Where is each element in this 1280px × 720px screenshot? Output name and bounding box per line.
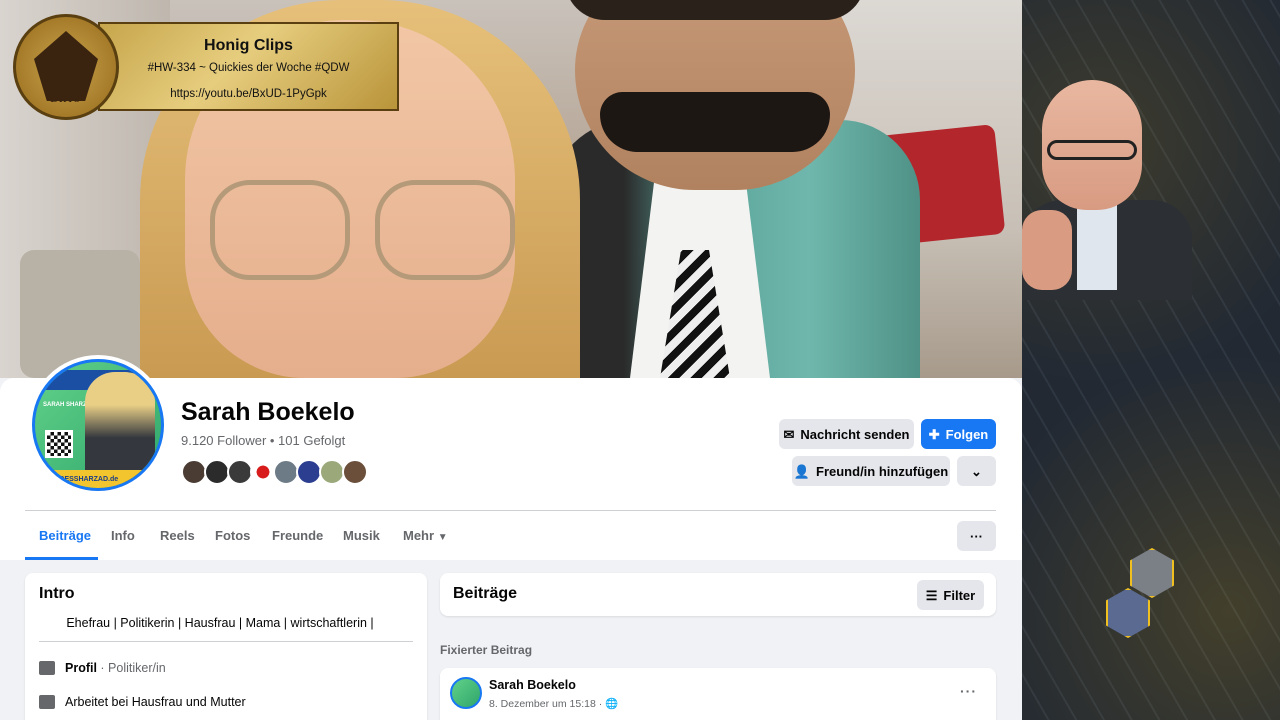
chevron-down-icon: ⌄	[971, 463, 982, 479]
follow-icon: ✚	[928, 426, 940, 442]
avatar-bottom-text: LANDESSHARZAD.de	[45, 476, 119, 483]
tab-beitraege[interactable]: Beiträge	[39, 528, 91, 543]
filter-icon: ☰	[925, 587, 938, 603]
tab-musik[interactable]: Musik	[343, 528, 380, 543]
tab-freunde[interactable]: Freunde	[272, 528, 323, 543]
person-hand	[1022, 210, 1072, 290]
intro-profile-text: Profil · Politiker/in	[65, 661, 166, 675]
banner-link[interactable]: https://youtu.be/BxUD-1PyGpk	[98, 88, 399, 100]
logo-figure	[34, 31, 98, 101]
person-shirt	[1077, 200, 1117, 290]
add-friend-label: Freund/in hinzufügen	[816, 463, 949, 479]
follow-button[interactable]: ✚ Folgen	[921, 419, 996, 449]
person-glasses	[1047, 140, 1137, 160]
filter-button[interactable]: ☰ Filter	[917, 580, 984, 610]
tab-fotos[interactable]: Fotos	[215, 528, 250, 543]
filter-label: Filter	[943, 587, 976, 603]
more-dots-icon: ···	[970, 528, 983, 544]
banner-subtitle: #HW-334 ~ Quickies der Woche #QDW	[147, 62, 350, 74]
logo-text: ERIS	[50, 94, 82, 105]
tabs-divider	[25, 510, 996, 511]
briefcase-icon	[39, 695, 55, 709]
side-person	[1022, 60, 1192, 300]
post-date-text: 8. Dezember um 15:18 ·	[489, 698, 606, 710]
add-friend-button[interactable]: 👤 Freund/in hinzufügen	[792, 456, 950, 486]
tab-mehr-label: Mehr	[403, 528, 435, 543]
side-panel	[1022, 0, 1280, 720]
friend-avatar[interactable]	[342, 459, 368, 485]
intro-bio: Ehefrau | Politikerin | Hausfrau | Mama …	[66, 616, 374, 630]
post-card	[440, 668, 996, 720]
active-tab-indicator	[25, 557, 98, 560]
post-date[interactable]: 8. Dezember um 15:18 · 🌐	[489, 697, 618, 710]
post-author-avatar[interactable]	[450, 677, 482, 709]
cover-glasses-right	[375, 180, 515, 280]
profile-stats[interactable]: 9.120 Follower • 101 Gefolgt	[181, 433, 345, 448]
profile-avatar: SARAH SHARZAD LANDESSHARZAD.de	[32, 359, 164, 491]
avatar-qr-code	[45, 430, 73, 458]
avatar-person	[85, 372, 155, 482]
post-author-name[interactable]: Sarah Boekelo	[489, 678, 576, 692]
video-frame: SARAH SHARZAD LANDESSHARZAD.de Sarah Boe…	[0, 0, 1280, 720]
messenger-icon: ✉	[783, 426, 795, 442]
channel-logo: ERIS	[13, 14, 119, 120]
follow-label: Folgen	[945, 426, 989, 442]
friends-avatars[interactable]	[181, 459, 368, 485]
add-friend-icon: 👤	[793, 463, 811, 479]
posts-header-card	[440, 573, 996, 616]
more-options-dropdown[interactable]: ⌄	[957, 456, 996, 486]
intro-divider	[39, 641, 413, 642]
banner-title: Honig Clips	[204, 37, 293, 54]
intro-profile-value: · Politiker/in	[96, 661, 166, 675]
caret-down-icon: ▼	[437, 532, 448, 543]
post-more-button[interactable]: ···	[960, 683, 977, 699]
profile-picture[interactable]: SARAH SHARZAD LANDESSHARZAD.de	[28, 355, 168, 495]
intro-title: Intro	[39, 585, 75, 602]
send-message-button[interactable]: ✉ Nachricht senden	[779, 419, 914, 449]
cover-man-mustache	[600, 92, 830, 152]
intro-work-row: Arbeitet bei Hausfrau und Mutter	[39, 695, 246, 709]
tabs-more-button[interactable]: ···	[957, 521, 996, 551]
posts-title: Beiträge	[453, 585, 518, 602]
send-message-label: Nachricht senden	[800, 426, 910, 442]
cover-man-hair	[565, 0, 865, 20]
intro-profile-row: Profil · Politiker/in	[39, 661, 166, 675]
flag-icon	[39, 661, 55, 675]
profile-name: Sarah Boekelo	[181, 398, 355, 426]
cover-glasses-left	[210, 180, 350, 280]
tab-reels[interactable]: Reels	[160, 528, 195, 543]
tab-info[interactable]: Info	[111, 528, 135, 543]
pinned-post-label: Fixierter Beitrag	[440, 643, 533, 657]
globe-icon: 🌐	[605, 698, 619, 710]
tab-mehr[interactable]: Mehr ▼	[403, 528, 448, 543]
intro-profile-label: Profil	[65, 661, 97, 675]
intro-work-text: Arbeitet bei Hausfrau und Mutter	[65, 695, 246, 709]
